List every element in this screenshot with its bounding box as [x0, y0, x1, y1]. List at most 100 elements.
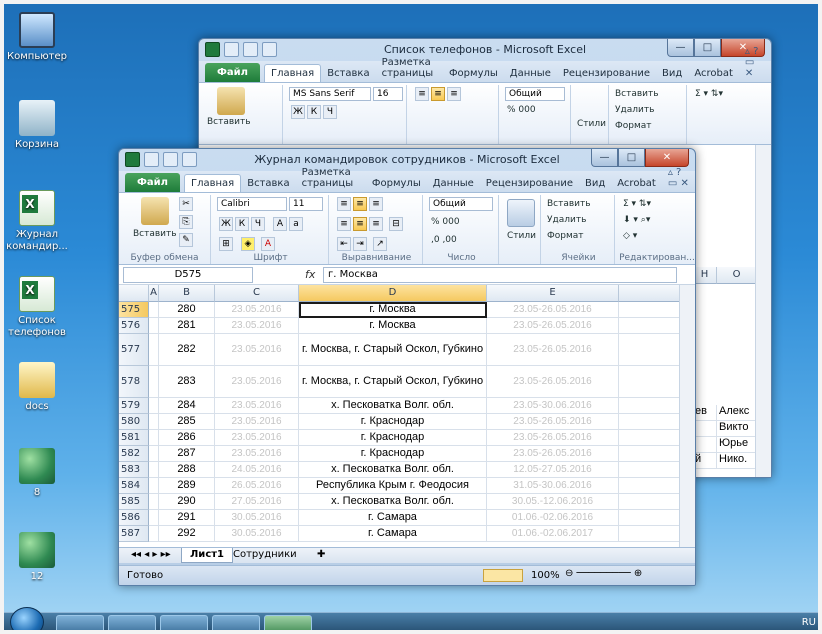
- column-header-c[interactable]: C: [215, 285, 299, 302]
- vertical-scrollbar[interactable]: [755, 145, 771, 477]
- column-header-a[interactable]: A: [149, 285, 159, 302]
- taskbar-media[interactable]: [160, 615, 208, 634]
- decrease-font-button[interactable]: a: [289, 217, 303, 231]
- cell-f[interactable]: [619, 494, 681, 510]
- cell-d[interactable]: х. Песковатка Волг. обл.: [299, 462, 487, 478]
- cell-f[interactable]: [619, 318, 681, 334]
- tab-insert[interactable]: Вставка: [321, 65, 375, 82]
- cell-f[interactable]: [619, 398, 681, 414]
- cell-e[interactable]: 23.05-26.05.2016: [487, 366, 619, 398]
- number-format-select[interactable]: Общий: [429, 197, 493, 211]
- row-header[interactable]: 580: [119, 414, 149, 430]
- cell-c[interactable]: 30.05.2016: [215, 526, 299, 542]
- paste-icon[interactable]: [141, 197, 169, 225]
- cell-f[interactable]: [619, 334, 681, 366]
- desktop-icon-8[interactable]: 8: [6, 448, 68, 499]
- cell-b[interactable]: 280: [159, 302, 215, 318]
- cell-e[interactable]: 23.05-26.05.2016: [487, 430, 619, 446]
- number-format-select[interactable]: Общий: [505, 87, 565, 101]
- cell-d[interactable]: г. Краснодар: [299, 414, 487, 430]
- font-size-select[interactable]: 11: [289, 197, 323, 211]
- italic-button[interactable]: К: [235, 217, 249, 231]
- desktop-icon-phone-list[interactable]: Список телефонов: [6, 276, 68, 339]
- column-header-f[interactable]: [619, 285, 681, 302]
- cell[interactable]: [149, 318, 159, 334]
- bold-button[interactable]: Ж: [291, 105, 305, 119]
- spreadsheet-grid[interactable]: A B C D E 575 280 23.05.2016 г. Москва 23.05…: [119, 285, 695, 547]
- taskbar-paint[interactable]: [212, 615, 260, 634]
- cell-b[interactable]: 286: [159, 430, 215, 446]
- cell[interactable]: [149, 446, 159, 462]
- cell-c[interactable]: 27.05.2016: [215, 494, 299, 510]
- cell-c[interactable]: 30.05.2016: [215, 510, 299, 526]
- percent-button[interactable]: % 000: [507, 105, 536, 115]
- tab-review[interactable]: Рецензирование: [557, 65, 656, 82]
- cell-e[interactable]: 12.05-27.05.2016: [487, 462, 619, 478]
- insert-function-button[interactable]: fx: [305, 268, 315, 281]
- insert-cells-button[interactable]: Вставить: [547, 199, 591, 209]
- row-header[interactable]: 576: [119, 318, 149, 334]
- desktop-icon-computer[interactable]: Компьютер: [6, 12, 68, 63]
- row-header[interactable]: 583: [119, 462, 149, 478]
- row-header[interactable]: 579: [119, 398, 149, 414]
- styles-button[interactable]: Стили: [577, 119, 606, 129]
- tab-file[interactable]: Файл: [125, 173, 180, 192]
- cell-b[interactable]: 290: [159, 494, 215, 510]
- cell-b[interactable]: 283: [159, 366, 215, 398]
- increase-indent-button[interactable]: ⇥: [353, 237, 367, 251]
- format-painter-icon[interactable]: ✎: [179, 233, 193, 247]
- new-sheet-icon[interactable]: ✚: [309, 548, 333, 563]
- cell-d[interactable]: г. Москва, г. Старый Оскол, Губкино: [299, 366, 487, 398]
- tab-home[interactable]: Главная: [264, 64, 322, 82]
- cell-d[interactable]: Республика Крым г. Феодосия: [299, 478, 487, 494]
- help-icon[interactable]: ▵ ? ▭ ✕: [739, 43, 771, 82]
- fill-color-button[interactable]: ◈: [241, 237, 255, 251]
- cell-c[interactable]: 23.05.2016: [215, 366, 299, 398]
- cell[interactable]: [149, 366, 159, 398]
- tab-view[interactable]: Вид: [579, 175, 611, 192]
- cell-e[interactable]: 23.05-26.05.2016: [487, 318, 619, 334]
- font-color-button[interactable]: A: [261, 237, 275, 251]
- help-icon[interactable]: ▵ ? ▭ ✕: [662, 164, 695, 192]
- cell-b[interactable]: 285: [159, 414, 215, 430]
- select-all-corner[interactable]: [119, 285, 149, 302]
- minimize-button[interactable]: —: [667, 39, 694, 57]
- cell[interactable]: [149, 478, 159, 494]
- styles-button[interactable]: Стили: [507, 231, 536, 241]
- cell-b[interactable]: 287: [159, 446, 215, 462]
- vertical-scrollbar[interactable]: [679, 285, 695, 547]
- cell[interactable]: Викто: [717, 421, 757, 437]
- cell-c[interactable]: 23.05.2016: [215, 302, 299, 318]
- cell[interactable]: Алекс: [717, 405, 757, 421]
- cell-b[interactable]: 291: [159, 510, 215, 526]
- row-header[interactable]: 577: [119, 334, 149, 366]
- cell-c[interactable]: 23.05.2016: [215, 430, 299, 446]
- cell[interactable]: [149, 414, 159, 430]
- merge-button[interactable]: ⊟: [389, 217, 403, 231]
- cell[interactable]: Юрье: [717, 437, 757, 453]
- cell-e[interactable]: 30.05.-12.06.2016: [487, 494, 619, 510]
- cell-e[interactable]: 23.05-30.06.2016: [487, 398, 619, 414]
- cell-d[interactable]: г. Самара: [299, 510, 487, 526]
- row-header[interactable]: 586: [119, 510, 149, 526]
- desktop-icon-recycle-bin[interactable]: Корзина: [6, 100, 68, 151]
- align-center-button[interactable]: ≡: [353, 217, 367, 231]
- maximize-button[interactable]: □: [618, 149, 645, 167]
- align-left-button[interactable]: ≡: [337, 217, 351, 231]
- font-size-select[interactable]: 16: [373, 87, 403, 101]
- start-button[interactable]: [10, 607, 44, 634]
- tab-formulas[interactable]: Формулы: [443, 65, 504, 82]
- tab-review[interactable]: Рецензирование: [480, 175, 579, 192]
- cell-b[interactable]: 288: [159, 462, 215, 478]
- tab-formulas[interactable]: Формулы: [366, 175, 427, 192]
- tab-data[interactable]: Данные: [504, 65, 557, 82]
- cell-f[interactable]: [619, 366, 681, 398]
- cell-e[interactable]: 23.05-26.05.2016: [487, 446, 619, 462]
- cell-c[interactable]: 23.05.2016: [215, 414, 299, 430]
- tab-view[interactable]: Вид: [656, 65, 688, 82]
- cell[interactable]: [149, 302, 159, 318]
- tab-data[interactable]: Данные: [427, 175, 480, 192]
- copy-icon[interactable]: ⎘: [179, 215, 193, 229]
- bold-button[interactable]: Ж: [219, 217, 233, 231]
- cell-c[interactable]: 23.05.2016: [215, 446, 299, 462]
